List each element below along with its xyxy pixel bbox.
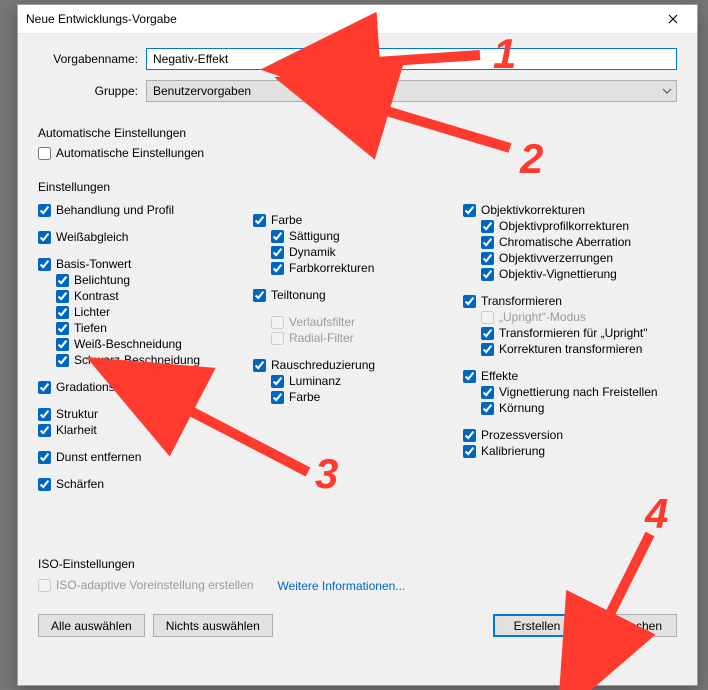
dialog-content: Vorgabenname: Gruppe: Benutzervorgaben A… [18,34,697,685]
cb-base-tone[interactable]: Basis-Tonwert [38,257,253,272]
settings-col-3: Objektivkorrekturen Objektivprofilkorrek… [463,200,677,493]
cb-lens-vignette[interactable]: Objektiv-Vignettierung [481,267,677,282]
cb-lens-profile[interactable]: Objektivprofilkorrekturen [481,219,677,234]
cb-color-adjust[interactable]: Farbkorrekturen [271,261,463,276]
cb-contrast[interactable]: Kontrast [56,289,253,304]
cb-lens[interactable]: Objektivkorrekturen [463,203,677,218]
cb-iso-adaptive: ISO-adaptive Voreinstellung erstellen [38,578,253,593]
preset-name-label: Vorgabenname: [38,52,146,66]
select-all-button[interactable]: Alle auswählen [38,614,145,637]
group-select[interactable]: Benutzervorgaben [146,80,677,102]
cb-tone-curve[interactable]: Gradationskurve [38,380,253,395]
cb-whites[interactable]: Weiß-Beschneidung [56,337,253,352]
iso-row: ISO-adaptive Voreinstellung erstellen We… [38,577,677,594]
settings-columns: Behandlung und Profil Weißabgleich Basis… [38,200,677,493]
cb-noise-reduction[interactable]: Rauschreduzierung [253,358,463,373]
cb-process[interactable]: Prozessversion [463,428,677,443]
preset-name-input[interactable] [146,48,677,70]
group-label: Gruppe: [38,84,146,98]
iso-title: ISO-Einstellungen [38,557,677,571]
cb-sharpen[interactable]: Schärfen [38,477,253,492]
cb-blacks[interactable]: Schwarz-Beschneidung [56,353,253,368]
cb-nr-luminance[interactable]: Luminanz [271,374,463,389]
button-row: Alle auswählen Nichts auswählen Erstelle… [38,614,677,637]
titlebar: Neue Entwicklungs-Vorgabe [18,5,697,34]
settings-title: Einstellungen [38,180,677,194]
cb-nr-color[interactable]: Farbe [271,390,463,405]
settings-col-2: Farbe Sättigung Dynamik Farbkorrekturen … [253,200,463,493]
cb-treat-profile[interactable]: Behandlung und Profil [38,203,253,218]
cb-white-balance[interactable]: Weißabgleich [38,230,253,245]
cb-dynamic[interactable]: Dynamik [271,245,463,260]
cb-trans-corr[interactable]: Korrekturen transformieren [481,342,677,357]
close-icon [668,14,678,24]
cb-clarity[interactable]: Klarheit [38,423,253,438]
group-select-value: Benutzervorgaben [153,84,658,98]
cb-color[interactable]: Farbe [253,213,463,228]
cb-structure[interactable]: Struktur [38,407,253,422]
auto-settings-title: Automatische Einstellungen [38,126,677,140]
link-more-info[interactable]: Weitere Informationen... [277,579,405,593]
settings-col-1: Behandlung und Profil Weißabgleich Basis… [38,200,253,493]
cb-transform[interactable]: Transformieren [463,294,677,309]
cb-radial-filter: Radial-Filter [271,331,463,346]
row-group: Gruppe: Benutzervorgaben [38,80,677,102]
cb-grain[interactable]: Körnung [481,401,677,416]
cb-upright-trans[interactable]: Transformieren für „Upright" [481,326,677,341]
cb-saturation[interactable]: Sättigung [271,229,463,244]
cb-lens-ca[interactable]: Chromatische Aberration [481,235,677,250]
row-preset-name: Vorgabenname: [38,48,677,70]
cb-shadows[interactable]: Tiefen [56,321,253,336]
cb-dehaze[interactable]: Dunst entfernen [38,450,253,465]
cb-exposure[interactable]: Belichtung [56,273,253,288]
cb-auto-settings-box[interactable] [38,147,51,160]
cb-grad-filter: Verlaufsfilter [271,315,463,330]
cb-highlights[interactable]: Lichter [56,305,253,320]
dialog-window: Neue Entwicklungs-Vorgabe Vorgabenname: … [17,4,698,686]
chevron-down-icon [662,88,672,94]
cb-auto-settings-label: Automatische Einstellungen [56,146,204,161]
select-none-button[interactable]: Nichts auswählen [153,614,273,637]
cb-effects[interactable]: Effekte [463,369,677,384]
create-button[interactable]: Erstellen [493,614,581,637]
cb-post-vignette[interactable]: Vignettierung nach Freistellen [481,385,677,400]
cb-upright-mode: „Upright"-Modus [481,310,677,325]
cb-split-toning[interactable]: Teiltonung [253,288,463,303]
cancel-button[interactable]: Abbrechen [589,614,677,637]
cb-auto-settings[interactable]: Automatische Einstellungen [38,146,677,161]
cb-lens-distort[interactable]: Objektivverzerrungen [481,251,677,266]
cb-calib[interactable]: Kalibrierung [463,444,677,459]
close-button[interactable] [650,5,695,33]
window-title: Neue Entwicklungs-Vorgabe [26,12,650,26]
